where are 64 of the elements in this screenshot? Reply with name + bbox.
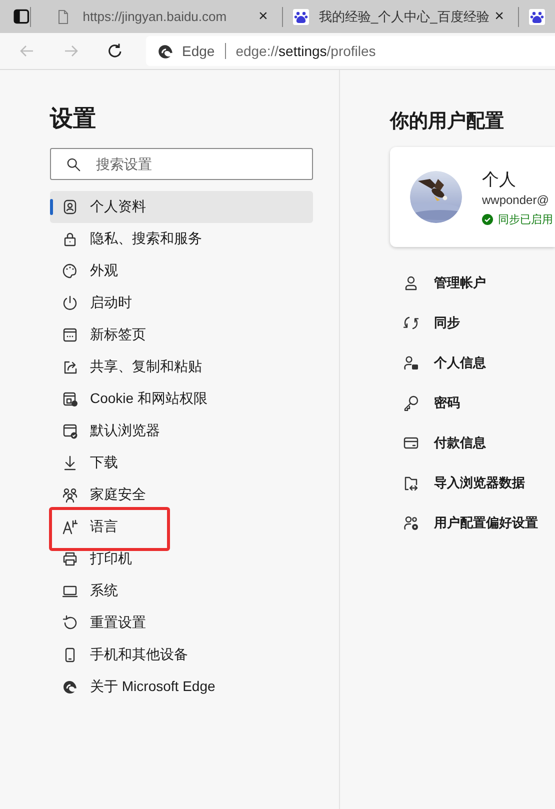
printer-icon (62, 551, 78, 567)
settings-title: 设置 (50, 104, 97, 133)
close-tab-button[interactable]: × (494, 8, 504, 26)
site-label: Edge (182, 43, 215, 59)
sidebar-item[interactable]: 打印机 (50, 543, 313, 575)
family-icon (62, 487, 78, 503)
power-icon (62, 295, 78, 311)
sidebar-item[interactable]: 语言 (50, 511, 313, 543)
sidebar-item[interactable]: 系统 (50, 575, 313, 607)
sidebar-item[interactable]: 家庭安全 (50, 479, 313, 511)
sync-icon (403, 315, 419, 331)
paw-icon (292, 8, 309, 24)
profiles-title: 你的用户配置 (390, 110, 505, 134)
share-icon (62, 359, 78, 375)
lock-icon (62, 231, 78, 247)
cookie-settings-icon (62, 391, 78, 407)
sidebar-item[interactable]: 外观 (50, 255, 313, 287)
tab-actions-icon[interactable] (13, 8, 30, 25)
paw-icon (528, 8, 545, 24)
tab-title[interactable]: 我的经验_个人中心_百度经验 (318, 8, 495, 26)
sidebar-item[interactable]: 重置设置 (50, 607, 313, 639)
profile-menu-item[interactable]: 密码 (434, 394, 460, 412)
sidebar-item[interactable]: 新标签页 (50, 319, 313, 351)
url-text: edge://settings/profiles (236, 43, 376, 59)
profile-menu-item[interactable]: 付款信息 (434, 434, 486, 452)
tab-title[interactable]: https://jingyan.baidu.com (82, 9, 259, 24)
sync-status: 同步已启用 (498, 212, 553, 226)
laptop-icon (62, 583, 78, 599)
key-icon (403, 395, 419, 411)
sidebar-item[interactable]: 下载 (50, 447, 313, 479)
sidebar-item[interactable]: Cookie 和网站权限 (50, 383, 313, 415)
edge-logo-icon (157, 42, 174, 60)
profile-icon (62, 199, 78, 215)
profile-menu-item[interactable]: 用户配置偏好设置 (434, 514, 538, 532)
sidebar-item[interactable]: 隐私、搜索和服务 (50, 223, 313, 255)
edge-logo-icon (62, 679, 78, 695)
person-card-icon (403, 355, 419, 371)
refresh-icon[interactable] (106, 42, 124, 60)
palette-icon (62, 263, 78, 279)
sidebar-item[interactable]: 手机和其他设备 (50, 639, 313, 671)
new-tab-icon (62, 327, 78, 343)
person-gear-icon (403, 515, 419, 531)
profile-menu-item[interactable]: 导入浏览器数据 (434, 474, 525, 492)
close-tab-button[interactable]: × (258, 8, 268, 26)
language-icon (62, 519, 78, 535)
profile-menu-item[interactable]: 个人信息 (434, 354, 486, 372)
person-icon (403, 275, 419, 291)
address-field[interactable]: Edge edge://settings/profiles (146, 36, 555, 66)
profile-email: wwponder@ (482, 192, 550, 206)
sidebar-item[interactable]: 默认浏览器 (50, 415, 313, 447)
sidebar-item[interactable]: 启动时 (50, 287, 313, 319)
profile-menu-item[interactable]: 同步 (434, 314, 460, 332)
sidebar-item[interactable]: 个人资料 (50, 191, 313, 223)
folder-import-icon (403, 475, 419, 491)
check-circle-icon (482, 214, 493, 224)
download-icon (62, 455, 78, 471)
reset-icon (62, 615, 78, 631)
browser-check-icon (62, 423, 78, 439)
profile-menu-item[interactable]: 管理帐户 (434, 274, 486, 292)
profile-name: 个人 (482, 168, 517, 190)
card-icon (403, 435, 419, 451)
sidebar-item[interactable]: 共享、复制和粘贴 (50, 351, 313, 383)
sidebar-item[interactable]: 关于 Microsoft Edge (50, 671, 313, 703)
search-field[interactable]: 搜索设置 (50, 148, 313, 180)
